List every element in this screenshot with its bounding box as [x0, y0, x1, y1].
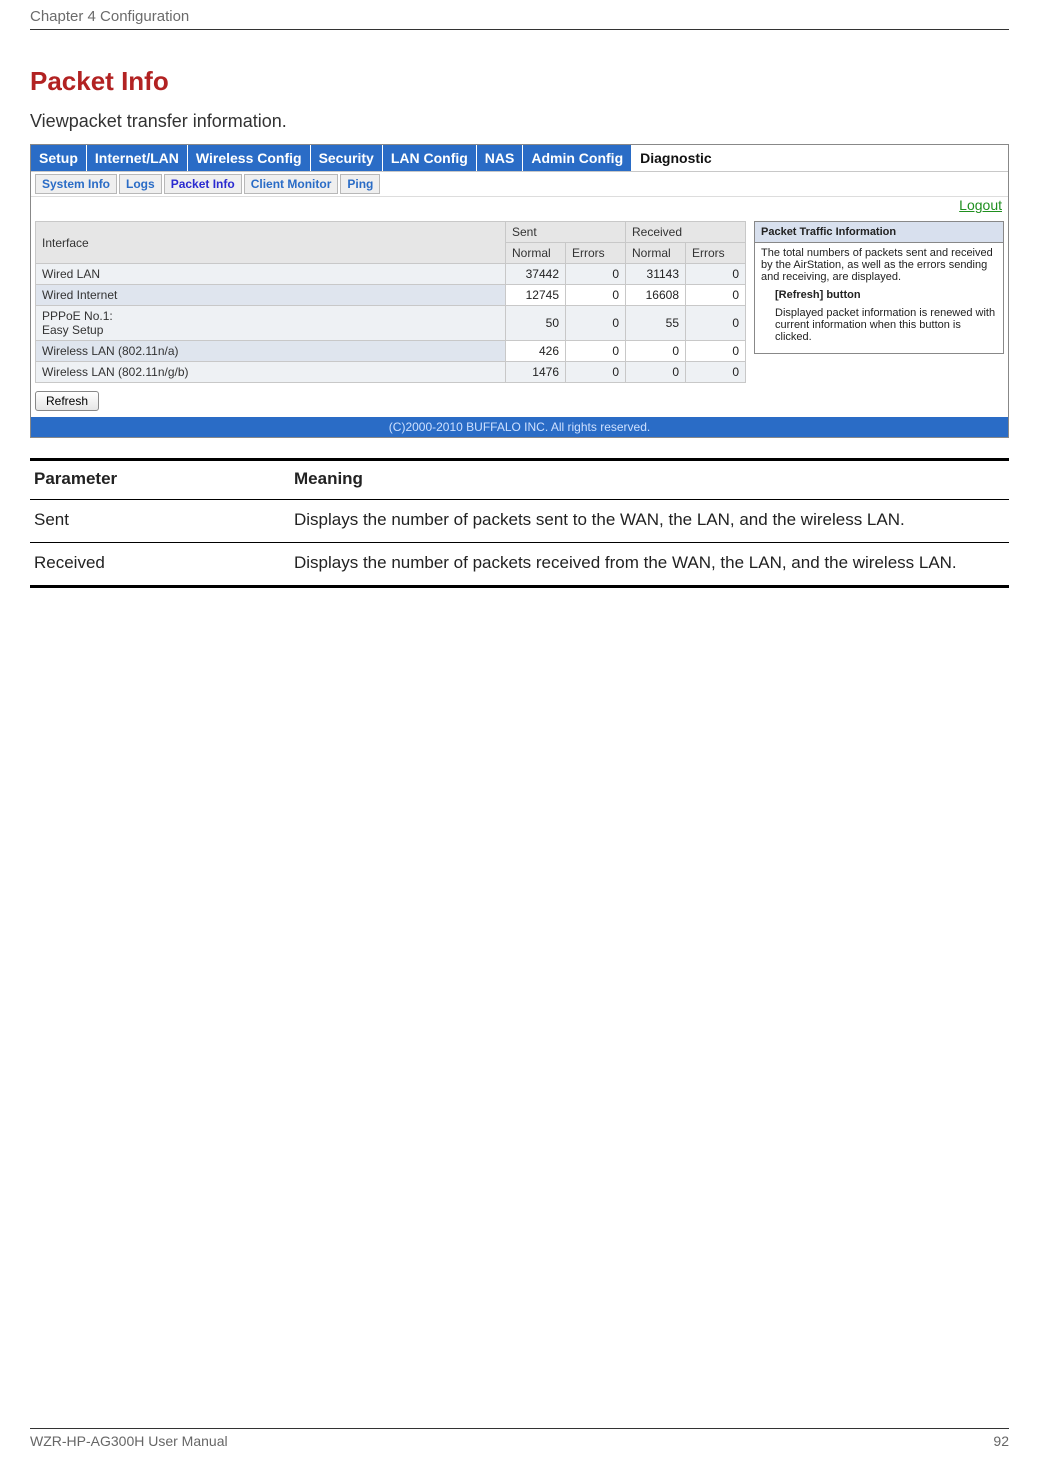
sidebar-refresh-heading: [Refresh] button — [775, 289, 861, 301]
param-meaning: Displays the number of packets sent to t… — [290, 500, 1009, 543]
section-title: Packet Info — [30, 66, 1009, 97]
row-iface: PPPoE No.1: Easy Setup — [36, 306, 506, 341]
subtab-packet-info[interactable]: Packet Info — [164, 174, 242, 194]
cell-recv-e: 0 — [686, 341, 746, 362]
cell-sent-n: 12745 — [506, 285, 566, 306]
tab-setup[interactable]: Setup — [31, 145, 87, 171]
copyright-bar: (C)2000-2010 BUFFALO INC. All rights res… — [31, 417, 1008, 437]
page-footer: WZR-HP-AG300H User Manual 92 — [30, 1428, 1009, 1449]
cell-sent-n: 50 — [506, 306, 566, 341]
logout-link[interactable]: Logout — [959, 197, 1002, 213]
th-recv-normal: Normal — [626, 243, 686, 264]
tab-nas[interactable]: NAS — [477, 145, 524, 171]
th-recv-errors: Errors — [686, 243, 746, 264]
cell-sent-e: 0 — [566, 341, 626, 362]
row-iface: Wired Internet — [36, 285, 506, 306]
section-subtitle: Viewpacket transfer information. — [30, 111, 1009, 132]
param-name: Sent — [30, 500, 290, 543]
th-sent-errors: Errors — [566, 243, 626, 264]
cell-sent-e: 0 — [566, 362, 626, 383]
cell-recv-n: 16608 — [626, 285, 686, 306]
row-iface: Wireless LAN (802.11n/a) — [36, 341, 506, 362]
row-iface: Wired LAN — [36, 264, 506, 285]
tab-admin-config[interactable]: Admin Config — [523, 145, 632, 171]
cell-recv-n: 55 — [626, 306, 686, 341]
param-meaning: Displays the number of packets received … — [290, 543, 1009, 587]
tab-diagnostic[interactable]: Diagnostic — [632, 145, 721, 171]
sidebar-refresh-body: Displayed packet information is renewed … — [761, 307, 997, 343]
cell-recv-e: 0 — [686, 264, 746, 285]
subtab-ping[interactable]: Ping — [340, 174, 380, 194]
subtab-logs[interactable]: Logs — [119, 174, 162, 194]
cell-recv-e: 0 — [686, 306, 746, 341]
main-tab-row: Setup Internet/LAN Wireless Config Secur… — [31, 145, 1008, 172]
packet-table: Interface Sent Received Normal Errors No… — [35, 221, 746, 383]
th-sent-normal: Normal — [506, 243, 566, 264]
cell-sent-e: 0 — [566, 285, 626, 306]
cell-sent-n: 1476 — [506, 362, 566, 383]
th-parameter: Parameter — [30, 460, 290, 500]
cell-recv-n: 0 — [626, 341, 686, 362]
tab-security[interactable]: Security — [311, 145, 383, 171]
footer-page-number: 92 — [993, 1433, 1009, 1449]
th-received: Received — [626, 222, 746, 243]
cell-recv-n: 0 — [626, 362, 686, 383]
th-meaning: Meaning — [290, 460, 1009, 500]
admin-ui-screenshot: Setup Internet/LAN Wireless Config Secur… — [30, 144, 1009, 438]
subtab-system-info[interactable]: System Info — [35, 174, 117, 194]
cell-sent-e: 0 — [566, 306, 626, 341]
cell-sent-n: 426 — [506, 341, 566, 362]
footer-left: WZR-HP-AG300H User Manual — [30, 1433, 228, 1449]
th-sent: Sent — [506, 222, 626, 243]
row-iface: Wireless LAN (802.11n/g/b) — [36, 362, 506, 383]
sub-tab-row: System Info Logs Packet Info Client Moni… — [31, 172, 1008, 197]
tab-wireless-config[interactable]: Wireless Config — [188, 145, 311, 171]
cell-sent-e: 0 — [566, 264, 626, 285]
cell-recv-n: 31143 — [626, 264, 686, 285]
th-interface: Interface — [36, 222, 506, 264]
cell-recv-e: 0 — [686, 285, 746, 306]
sidebar-title: Packet Traffic Information — [755, 222, 1003, 243]
param-name: Received — [30, 543, 290, 587]
subtab-client-monitor[interactable]: Client Monitor — [244, 174, 339, 194]
parameter-meaning-table: Parameter Meaning Sent Displays the numb… — [30, 458, 1009, 588]
refresh-button[interactable]: Refresh — [35, 391, 99, 411]
page-header: Chapter 4 Configuration — [30, 0, 1009, 30]
tab-internet-lan[interactable]: Internet/LAN — [87, 145, 188, 171]
sidebar-intro-text: The total numbers of packets sent and re… — [761, 247, 997, 283]
cell-recv-e: 0 — [686, 362, 746, 383]
cell-sent-n: 37442 — [506, 264, 566, 285]
help-sidebar: Packet Traffic Information The total num… — [754, 221, 1004, 354]
tab-lan-config[interactable]: LAN Config — [383, 145, 477, 171]
